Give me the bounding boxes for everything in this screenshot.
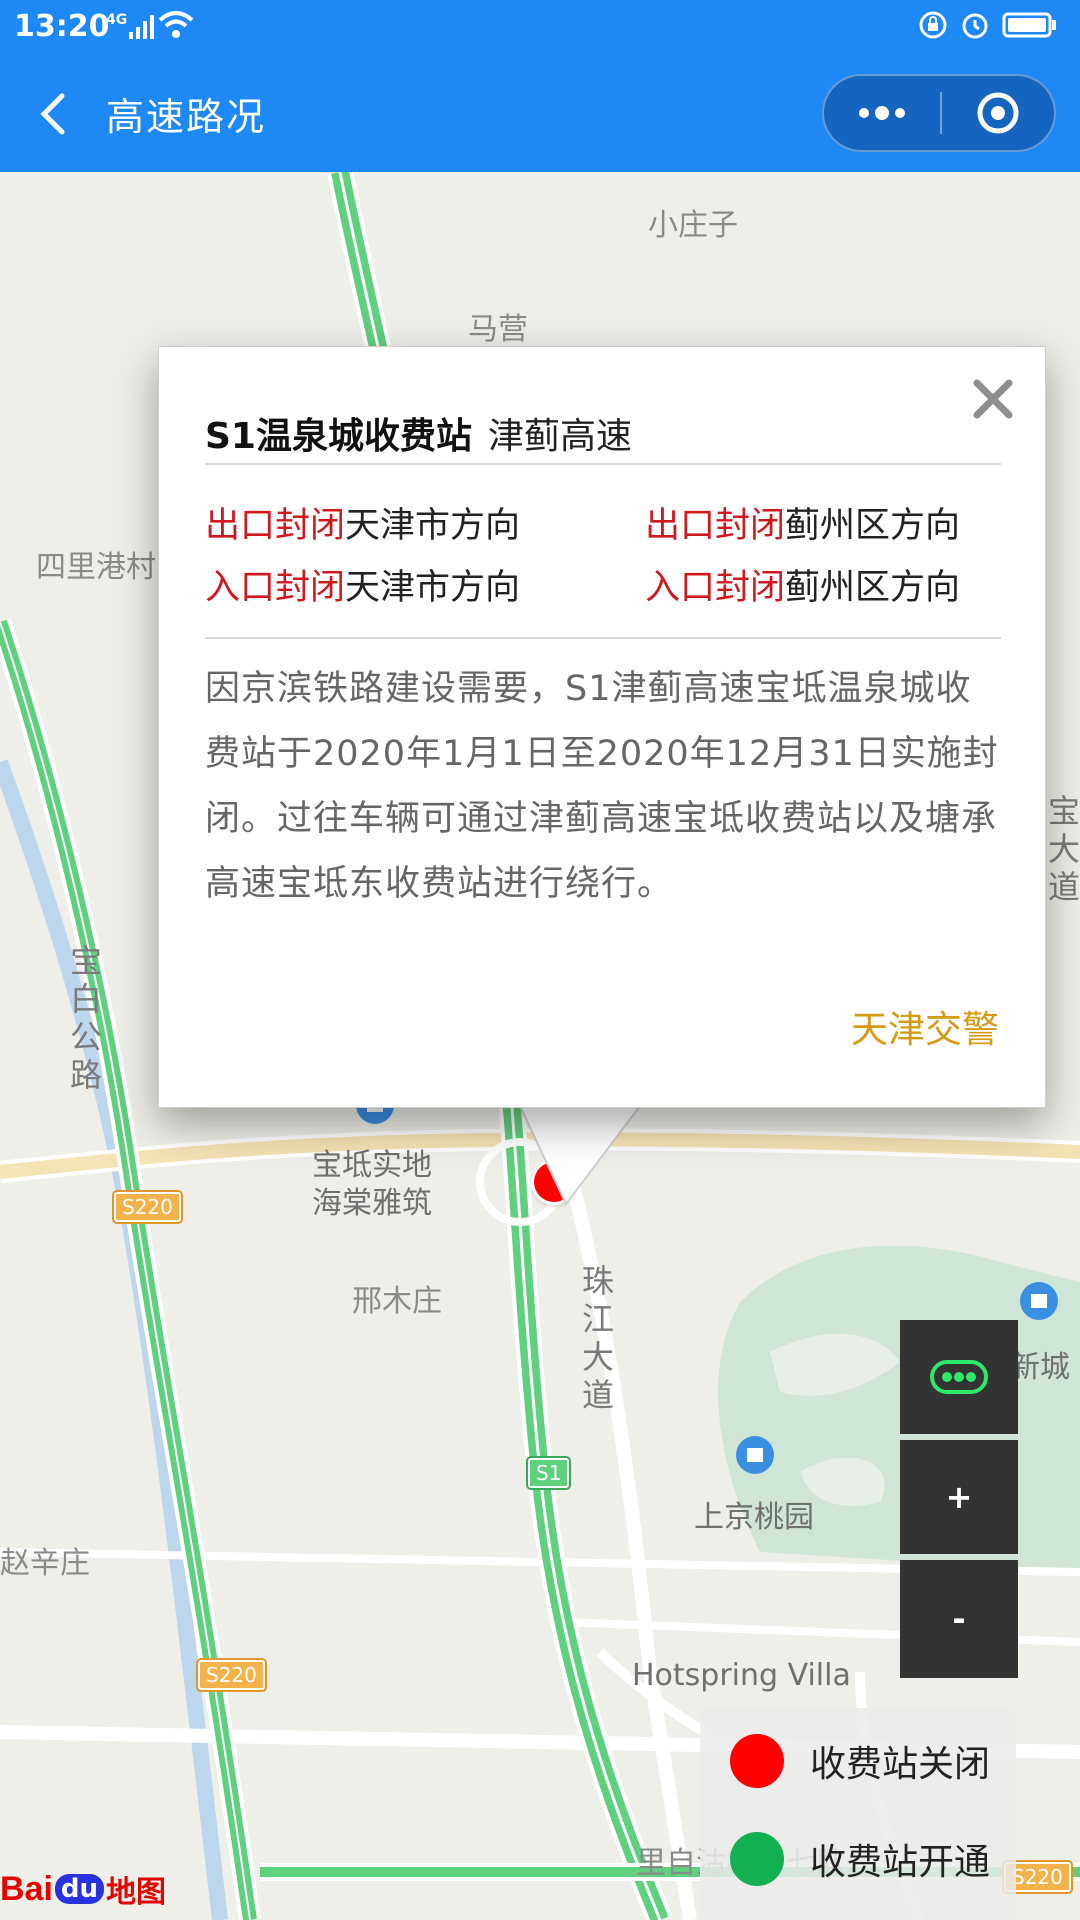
status-state: 出口封闭 [205,506,346,546]
battery-icon [1002,12,1056,38]
network-type: 4G [106,12,128,28]
road-shield-s220: S220 [196,1658,267,1692]
lock-rotation-icon [919,11,947,39]
status-direction: 天津市方向 [345,506,521,546]
target-circle-icon [977,92,1019,134]
status-exit-jizhou: 出口封闭蓟州区方向 [645,497,960,548]
logo-text: 地图 [106,1875,167,1910]
highway-name: 津蓟高速 [487,416,632,457]
map-label-right-dao: 宝大道 [1047,792,1080,906]
status-direction: 天津市方向 [345,568,521,608]
closure-description: 因京滨铁路建设需要，S1津蓟高速宝坻温泉城收费站于2020年1月1日至2020年… [205,669,999,904]
close-miniprogram-button[interactable] [942,76,1054,150]
page-title: 高速路况 [106,95,267,139]
traffic-light-icon [930,1360,988,1394]
zoom-in-button[interactable]: + [900,1440,1018,1554]
legend-item-closed: 收费站关闭 [730,1734,990,1788]
status-entrance-tianjin: 入口封闭天津市方向 [205,559,520,610]
map-legend: 收费站关闭 收费站开通 [700,1708,1016,1920]
divider [205,463,1001,465]
traffic-toggle-button[interactable] [900,1320,1018,1434]
poi-building-icon [1020,1282,1058,1320]
back-arrow-icon[interactable] [34,92,70,136]
map-label-zhujiang: 珠江大道 [581,1262,614,1414]
close-icon[interactable] [971,377,1015,421]
status-time: 13:20 [14,9,110,44]
station-name: S1温泉城收费站 [205,416,472,457]
baidu-map-logo: Bai du 地图 [0,1858,166,1920]
status-state: 出口封闭 [645,506,786,546]
map-label-hotspring: Hotspring Villa [632,1658,851,1693]
road-shield-s220: S220 [112,1190,183,1224]
legend-dot-open [730,1832,784,1886]
alarm-icon [962,13,988,39]
status-exit-tianjin: 出口封闭天津市方向 [205,497,520,548]
map-label-xinzhuang: 赵辛庄 [0,1546,90,1581]
map-label-shangjing: 上京桃园 [694,1500,814,1535]
road-shield-s1: S1 [525,1456,572,1490]
app-header: 高速路况 [0,56,1080,172]
map-label-siligang: 四里港村 [36,550,156,585]
map-label-xiaozhuangzi: 小庄子 [648,208,738,243]
map-label-xingmuzhuang: 邢木庄 [352,1284,442,1319]
more-button[interactable] [824,76,940,150]
status-state: 入口封闭 [645,568,786,608]
map-label-maying: 马营 [468,312,528,347]
divider [205,637,1001,639]
status-direction: 蓟州区方向 [785,568,961,608]
map-label-haitang: 海棠雅筑 [312,1186,432,1221]
legend-dot-closed [730,1734,784,1788]
legend-label: 收费站开通 [810,1842,991,1883]
miniprogram-capsule [822,74,1056,152]
map-label-baobai-road: 宝白公路 [69,942,102,1094]
popup-title-row: S1温泉城收费站 津蓟高速 [205,407,632,459]
status-state: 入口封闭 [205,568,346,608]
wifi-icon [158,11,194,38]
map-label-xincheng: 新城 [1010,1350,1070,1385]
popup-pointer [520,1106,640,1206]
more-dots-icon [859,106,905,120]
legend-label: 收费站关闭 [810,1744,991,1785]
logo-text: du [54,1874,105,1904]
status-direction: 蓟州区方向 [785,506,961,546]
toll-station-popup: S1温泉城收费站 津蓟高速 出口封闭天津市方向 出口封闭蓟州区方向 入口封闭天津市… [158,346,1046,1108]
logo-text: Bai [0,1869,53,1908]
info-source: 天津交警 [851,1008,999,1051]
status-bar: 13:20 4G [0,0,1080,56]
legend-item-open: 收费站开通 [730,1832,990,1886]
zoom-out-button[interactable]: - [900,1560,1018,1678]
status-entrance-jizhou: 入口封闭蓟州区方向 [645,559,960,610]
signal-icon [129,15,154,39]
poi-building-icon [736,1436,774,1474]
